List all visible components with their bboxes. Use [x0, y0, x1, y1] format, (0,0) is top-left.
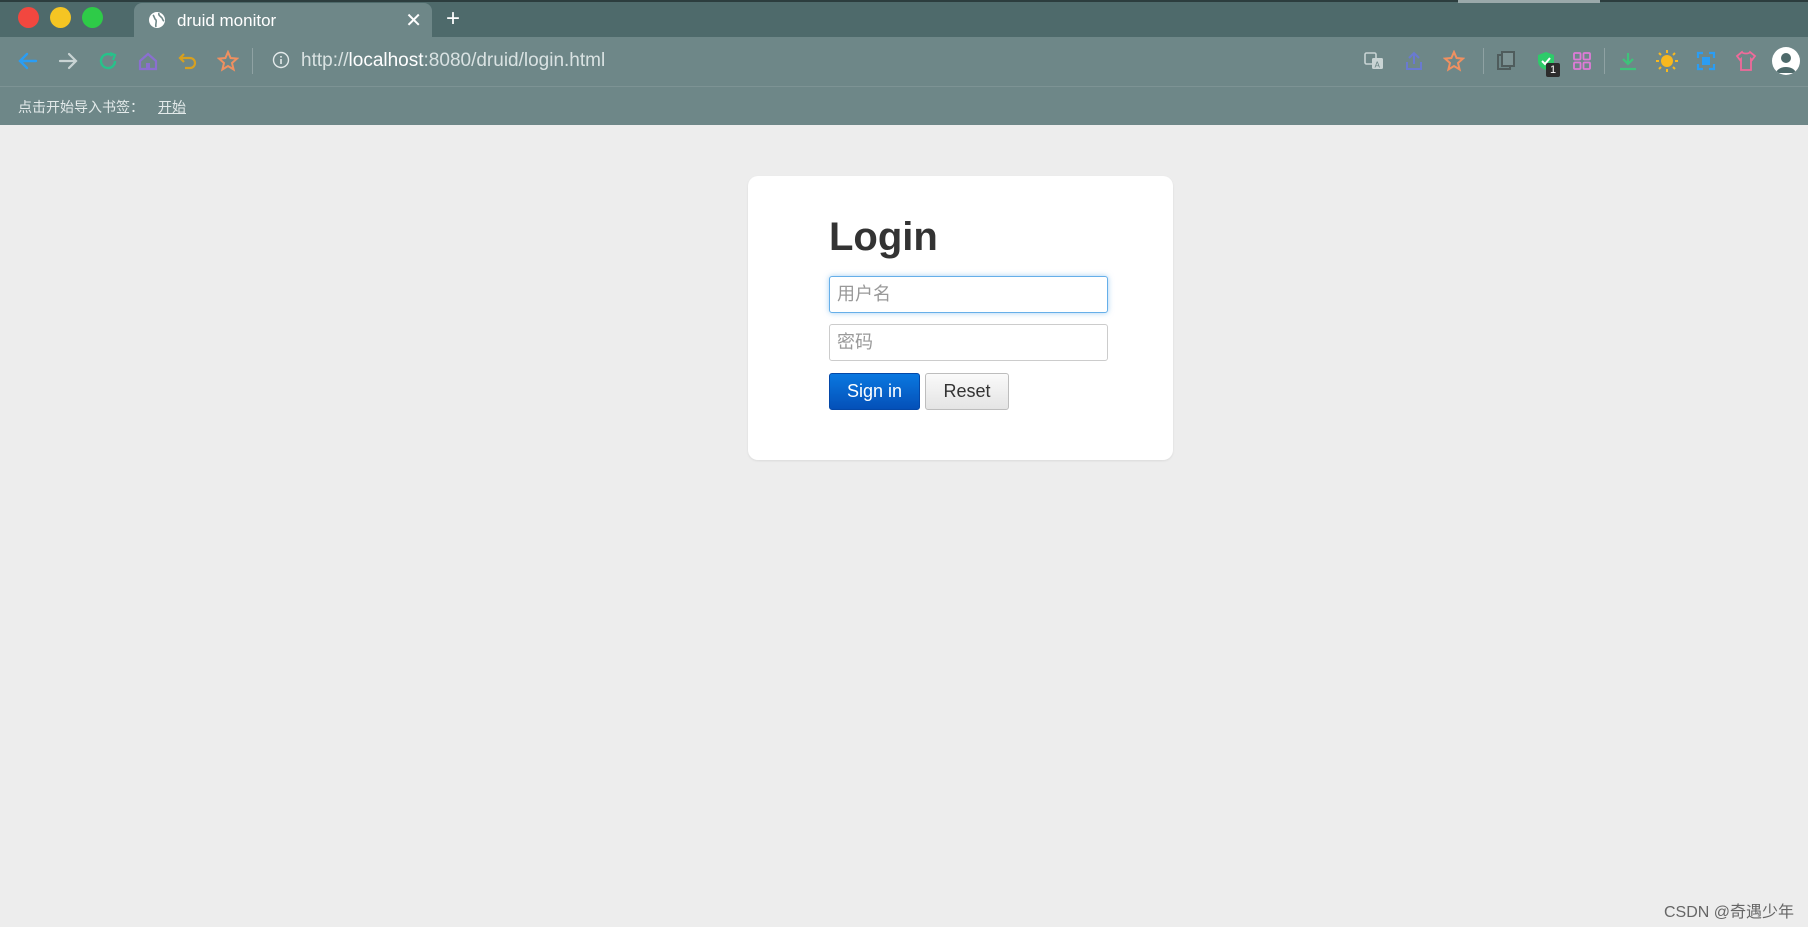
- translate-icon[interactable]: A: [1362, 49, 1386, 73]
- sun-icon[interactable]: [1655, 49, 1679, 73]
- tab-strip: druid monitor ✕ +: [0, 0, 1808, 37]
- address-bar[interactable]: http://localhost:8080/druid/login.html: [301, 50, 605, 72]
- new-tab-button[interactable]: +: [446, 5, 460, 33]
- tab-druid-monitor[interactable]: druid monitor ✕: [134, 3, 432, 37]
- avatar-icon[interactable]: [1772, 47, 1800, 75]
- reset-button[interactable]: Reset: [925, 373, 1009, 410]
- url-host: localhost: [348, 50, 424, 71]
- forward-arrow-icon[interactable]: [56, 49, 80, 73]
- close-tab-icon[interactable]: ✕: [405, 8, 422, 33]
- undo-icon[interactable]: [176, 49, 200, 73]
- back-arrow-icon[interactable]: [16, 49, 40, 73]
- login-card: Login Sign in Reset: [748, 176, 1173, 460]
- download-icon[interactable]: [1616, 49, 1640, 73]
- password-input[interactable]: [829, 324, 1108, 361]
- close-window-button[interactable]: [18, 7, 39, 28]
- watermark: CSDN @奇遇少年: [1663, 904, 1794, 921]
- extension-count-badge: 1: [1546, 63, 1560, 77]
- username-input[interactable]: [829, 276, 1108, 313]
- bookmarks-import-prompt: 点击开始导入书签：: [18, 99, 144, 115]
- shirt-icon[interactable]: [1734, 49, 1758, 73]
- tab-loading-indicator: [1458, 0, 1600, 3]
- page-title: Login: [829, 215, 938, 259]
- bookmarks-start-link[interactable]: 开始: [158, 97, 186, 117]
- svg-text:A: A: [1375, 61, 1381, 70]
- maximize-window-button[interactable]: [82, 7, 103, 28]
- apps-grid-icon[interactable]: [1570, 49, 1594, 73]
- globe-icon: [149, 12, 165, 28]
- sign-in-button[interactable]: Sign in: [829, 373, 920, 410]
- collections-icon[interactable]: [1494, 49, 1518, 73]
- home-icon[interactable]: [136, 49, 160, 73]
- url-scheme: http://: [301, 50, 349, 71]
- minimize-window-button[interactable]: [50, 7, 71, 28]
- reload-icon[interactable]: [96, 49, 120, 73]
- site-info-icon[interactable]: [272, 51, 290, 69]
- bookmarks-bar: 点击开始导入书签： 开始: [0, 86, 1808, 125]
- share-icon[interactable]: [1402, 49, 1426, 73]
- toolbar: http://localhost:8080/druid/login.html A: [0, 37, 1808, 86]
- tab-title: druid monitor: [177, 11, 277, 30]
- screenshot-icon[interactable]: [1694, 49, 1718, 73]
- url-path: :8080/druid/login.html: [423, 50, 606, 71]
- star-icon[interactable]: [216, 49, 240, 73]
- bookmark-star-icon[interactable]: [1442, 49, 1466, 73]
